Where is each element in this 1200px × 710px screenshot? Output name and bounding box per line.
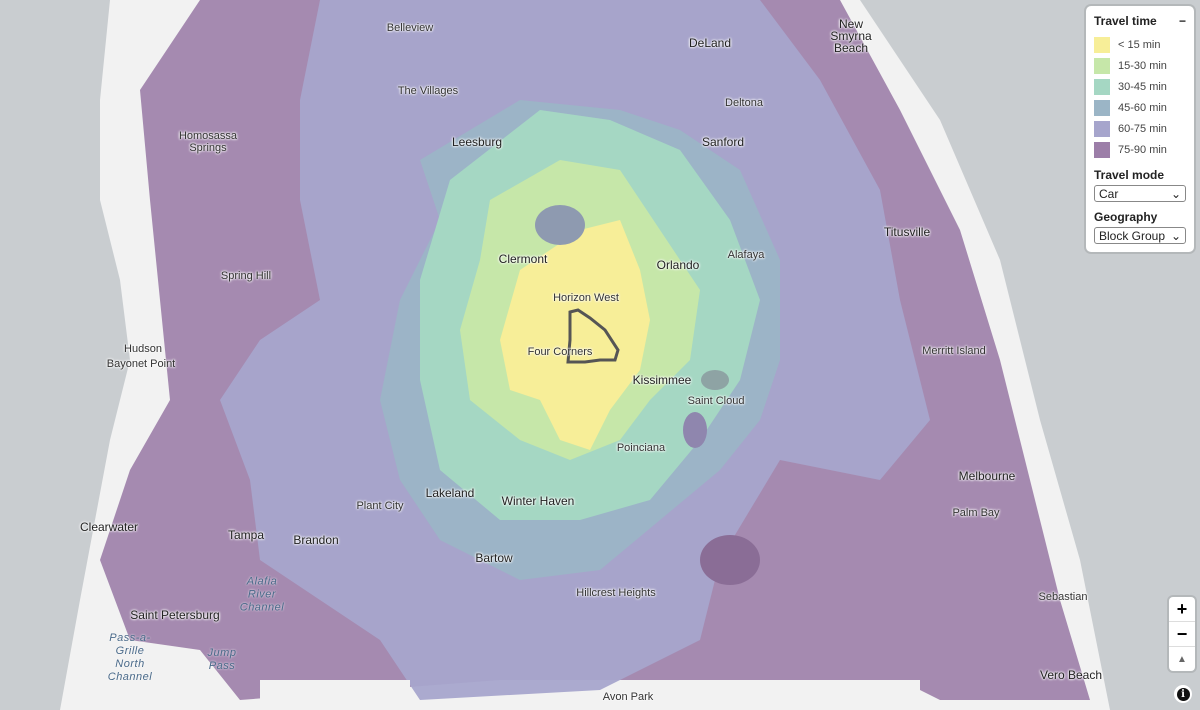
legend-label: 15-30 min (1118, 59, 1167, 72)
place-label: Leesburg (451, 135, 503, 149)
place-label: Belleview (386, 22, 434, 34)
place-label: Lakeland (425, 486, 475, 500)
place-label: Brandon (293, 533, 339, 547)
place-label: Spring Hill (220, 270, 272, 282)
zoom-control: + − ▲ (1169, 597, 1195, 671)
info-button[interactable]: i (1174, 685, 1192, 703)
lake (701, 370, 729, 390)
collapse-button[interactable]: − (1179, 14, 1186, 28)
place-label: Avon Park (602, 691, 654, 703)
place-label: Saint Petersburg (130, 608, 220, 622)
legend-swatch (1094, 78, 1110, 95)
place-label: Orlando (656, 258, 700, 272)
place-label: Homosassa Springs (178, 130, 238, 154)
legend-swatch (1094, 36, 1110, 53)
place-label: Four Corners (527, 346, 593, 358)
place-label: Plant City (356, 500, 404, 512)
place-label: Winter Haven (501, 494, 575, 508)
place-label: Deltona (725, 97, 763, 109)
geography-select[interactable]: Block Group ⌄ (1094, 227, 1186, 244)
legend-label: 30-45 min (1118, 80, 1167, 93)
travel-mode-label: Travel mode (1094, 168, 1165, 182)
place-label: Alafaya (727, 249, 765, 261)
unreached-area (800, 680, 920, 710)
legend-label: 45-60 min (1118, 101, 1167, 114)
legend-swatch (1094, 120, 1110, 137)
geography-value: Block Group (1099, 228, 1166, 243)
place-label: DeLand (688, 36, 732, 50)
place-label: Titusville (883, 225, 931, 239)
lake (700, 535, 760, 585)
travel-time-map[interactable] (0, 0, 1200, 710)
zoom-in-button[interactable]: + (1169, 597, 1195, 622)
travel-mode-value: Car (1099, 186, 1119, 201)
water-label: Alafia River Channel (239, 575, 285, 614)
place-label: Palm Bay (952, 507, 1000, 519)
legend-label: < 15 min (1118, 38, 1161, 51)
unreached-area (260, 680, 410, 710)
info-icon: i (1176, 687, 1190, 701)
legend-swatch (1094, 57, 1110, 74)
legend-item: 45-60 min (1094, 97, 1186, 118)
legend-panel: Travel time − < 15 min 15-30 min 30-45 min 4… (1086, 6, 1194, 252)
lake (535, 205, 585, 245)
place-label: Horizon West (553, 292, 619, 304)
legend-title: Travel time (1094, 14, 1157, 28)
place-label: Bayonet Point (106, 358, 176, 370)
geography-label: Geography (1094, 210, 1158, 224)
chevron-down-icon: ⌄ (1170, 186, 1181, 201)
travel-mode-select[interactable]: Car ⌄ (1094, 185, 1186, 202)
place-label: Hudson (124, 343, 162, 355)
legend-item: 75-90 min (1094, 139, 1186, 160)
place-label: New Smyrna Beach (830, 17, 872, 55)
zoom-out-button[interactable]: − (1169, 622, 1195, 647)
place-label: Merritt Island (922, 345, 986, 357)
legend-swatch (1094, 99, 1110, 116)
place-label: Clearwater (79, 520, 139, 534)
water-label: Pass-a-Grille North Channel (107, 632, 153, 683)
compass-button[interactable]: ▲ (1169, 647, 1195, 671)
place-label: Sanford (701, 135, 745, 149)
legend-item: 15-30 min (1094, 55, 1186, 76)
legend-label: 60-75 min (1118, 122, 1167, 135)
legend-item: < 15 min (1094, 34, 1186, 55)
legend-label: 75-90 min (1118, 143, 1167, 156)
legend-item: 30-45 min (1094, 76, 1186, 97)
place-label: Vero Beach (1039, 668, 1103, 682)
place-label: Poinciana (616, 442, 666, 454)
place-label: Kissimmee (632, 373, 692, 387)
place-label: The Villages (397, 85, 459, 97)
place-label: Saint Cloud (687, 395, 745, 407)
place-label: Bartow (475, 551, 513, 565)
legend-item: 60-75 min (1094, 118, 1186, 139)
place-label: Hillcrest Heights (576, 587, 656, 599)
chevron-down-icon: ⌄ (1170, 228, 1181, 243)
water-label: Jump Pass (207, 647, 237, 672)
place-label: Clermont (498, 252, 548, 266)
lake (683, 412, 707, 448)
place-label: Melbourne (958, 469, 1016, 483)
place-label: Sebastian (1038, 591, 1088, 603)
legend-swatch (1094, 141, 1110, 158)
place-label: Tampa (227, 528, 265, 542)
